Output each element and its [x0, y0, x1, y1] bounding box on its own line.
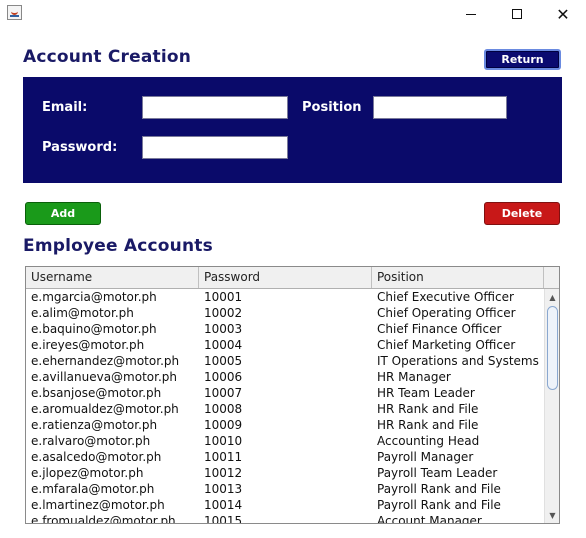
cell-password: 10001: [204, 290, 243, 304]
column-header-username[interactable]: Username: [26, 267, 199, 288]
cell-username: e.mfarala@motor.ph: [31, 482, 155, 496]
cell-position: Payroll Team Leader: [377, 466, 498, 480]
table-row[interactable]: e.mfarala@motor.ph 10013 Payroll Rank and …: [26, 481, 544, 497]
table-body: e.mgarcia@motor.ph 10001 Chief Executive O…: [26, 289, 544, 523]
cell-position: HR Rank and File: [377, 402, 479, 416]
cell-position: Chief Marketing Officer: [377, 338, 516, 352]
table-row[interactable]: e.mgarcia@motor.ph 10001 Chief Executive O…: [26, 289, 544, 305]
position-field[interactable]: [373, 96, 507, 119]
cell-position: Chief Executive Officer: [377, 290, 514, 304]
scroll-down-icon[interactable]: ▼: [545, 508, 559, 522]
cell-password: 10012: [204, 466, 243, 480]
employee-accounts-table[interactable]: Username Password Position e.mgarcia@mot…: [25, 266, 560, 524]
table-row[interactable]: e.fromualdez@motor.ph 10015 Account Manage…: [26, 513, 544, 523]
column-header-password[interactable]: Password: [199, 267, 372, 288]
table-row[interactable]: e.alim@motor.ph 10002 Chief Operating Offi…: [26, 305, 544, 321]
cell-username: e.ehernandez@motor.ph: [31, 354, 180, 368]
cell-position: Chief Operating Officer: [377, 306, 516, 320]
cell-password: 10014: [204, 498, 243, 512]
cell-password: 10011: [204, 450, 243, 464]
cell-username: e.bsanjose@motor.ph: [31, 386, 162, 400]
cell-username: e.ralvaro@motor.ph: [31, 434, 151, 448]
cell-position: Payroll Rank and File: [377, 482, 501, 496]
cell-password: 10003: [204, 322, 243, 336]
cell-password: 10004: [204, 338, 243, 352]
email-field[interactable]: [142, 96, 288, 119]
cell-username: e.aromualdez@motor.ph: [31, 402, 179, 416]
cell-username: e.jlopez@motor.ph: [31, 466, 144, 480]
table-row[interactable]: e.jlopez@motor.ph 10012 Payroll Team Leade…: [26, 465, 544, 481]
table-row[interactable]: e.ehernandez@motor.ph 10005 IT Operations …: [26, 353, 544, 369]
cell-position: Chief Finance Officer: [377, 322, 502, 336]
delete-button[interactable]: Delete: [484, 202, 560, 225]
window-titlebar: ✕: [0, 0, 586, 28]
table-header: Username Password Position: [26, 267, 559, 289]
table-row[interactable]: e.lmartinez@motor.ph 10014 Payroll Rank an…: [26, 497, 544, 513]
scrollbar-thumb[interactable]: [547, 306, 558, 390]
cell-password: 10013: [204, 482, 243, 496]
cell-username: e.avillanueva@motor.ph: [31, 370, 178, 384]
cell-position: Accounting Head: [377, 434, 480, 448]
java-icon: [7, 5, 22, 20]
table-row[interactable]: e.ratienza@motor.ph 10009 HR Rank and File: [26, 417, 544, 433]
cell-username: e.lmartinez@motor.ph: [31, 498, 165, 512]
cell-password: 10009: [204, 418, 243, 432]
cell-username: e.fromualdez@motor.ph: [31, 514, 176, 523]
cell-position: HR Rank and File: [377, 418, 479, 432]
scroll-up-icon[interactable]: ▲: [545, 290, 559, 304]
account-creation-title: Account Creation: [23, 47, 192, 67]
employee-accounts-title: Employee Accounts: [23, 236, 213, 256]
close-button[interactable]: ✕: [540, 0, 586, 28]
cell-position: HR Team Leader: [377, 386, 475, 400]
cell-username: e.alim@motor.ph: [31, 306, 134, 320]
add-button[interactable]: Add: [25, 202, 101, 225]
cell-password: 10007: [204, 386, 243, 400]
maximize-button[interactable]: [494, 0, 540, 28]
position-label: Position: [302, 100, 362, 115]
cell-position: HR Manager: [377, 370, 451, 384]
column-header-position[interactable]: Position: [372, 267, 544, 288]
cell-position: IT Operations and Systems: [377, 354, 539, 368]
return-button[interactable]: Return: [484, 49, 561, 70]
email-label: Email:: [42, 100, 88, 115]
minimize-button[interactable]: [448, 0, 494, 28]
table-row[interactable]: e.asalcedo@motor.ph 10011 Payroll Manager: [26, 449, 544, 465]
account-form-panel: Email: Position Password:: [23, 77, 562, 183]
cell-position: Payroll Rank and File: [377, 498, 501, 512]
vertical-scrollbar[interactable]: ▲ ▼: [544, 289, 559, 523]
table-row[interactable]: e.ireyes@motor.ph 10004 Chief Marketing Of…: [26, 337, 544, 353]
cell-password: 10006: [204, 370, 243, 384]
table-row[interactable]: e.aromualdez@motor.ph 10008 HR Rank and Fi…: [26, 401, 544, 417]
cell-username: e.ireyes@motor.ph: [31, 338, 145, 352]
table-row[interactable]: e.bsanjose@motor.ph 10007 HR Team Leader: [26, 385, 544, 401]
cell-password: 10015: [204, 514, 243, 523]
cell-username: e.asalcedo@motor.ph: [31, 450, 162, 464]
cell-password: 10008: [204, 402, 243, 416]
table-row[interactable]: e.ralvaro@motor.ph 10010 Accounting Head: [26, 433, 544, 449]
password-field[interactable]: [142, 136, 288, 159]
cell-password: 10010: [204, 434, 243, 448]
table-row[interactable]: e.avillanueva@motor.ph 10006 HR Manager: [26, 369, 544, 385]
maximize-icon: [512, 9, 522, 19]
cell-username: e.mgarcia@motor.ph: [31, 290, 157, 304]
header-corner: [544, 267, 559, 288]
close-icon: ✕: [556, 4, 570, 24]
cell-position: Payroll Manager: [377, 450, 474, 464]
minimize-icon: [466, 13, 476, 15]
cell-password: 10002: [204, 306, 243, 320]
cell-username: e.ratienza@motor.ph: [31, 418, 158, 432]
cell-position: Account Manager: [377, 514, 482, 523]
table-row[interactable]: e.baquino@motor.ph 10003 Chief Finance Off…: [26, 321, 544, 337]
cell-username: e.baquino@motor.ph: [31, 322, 157, 336]
cell-password: 10005: [204, 354, 243, 368]
password-label: Password:: [42, 140, 118, 155]
